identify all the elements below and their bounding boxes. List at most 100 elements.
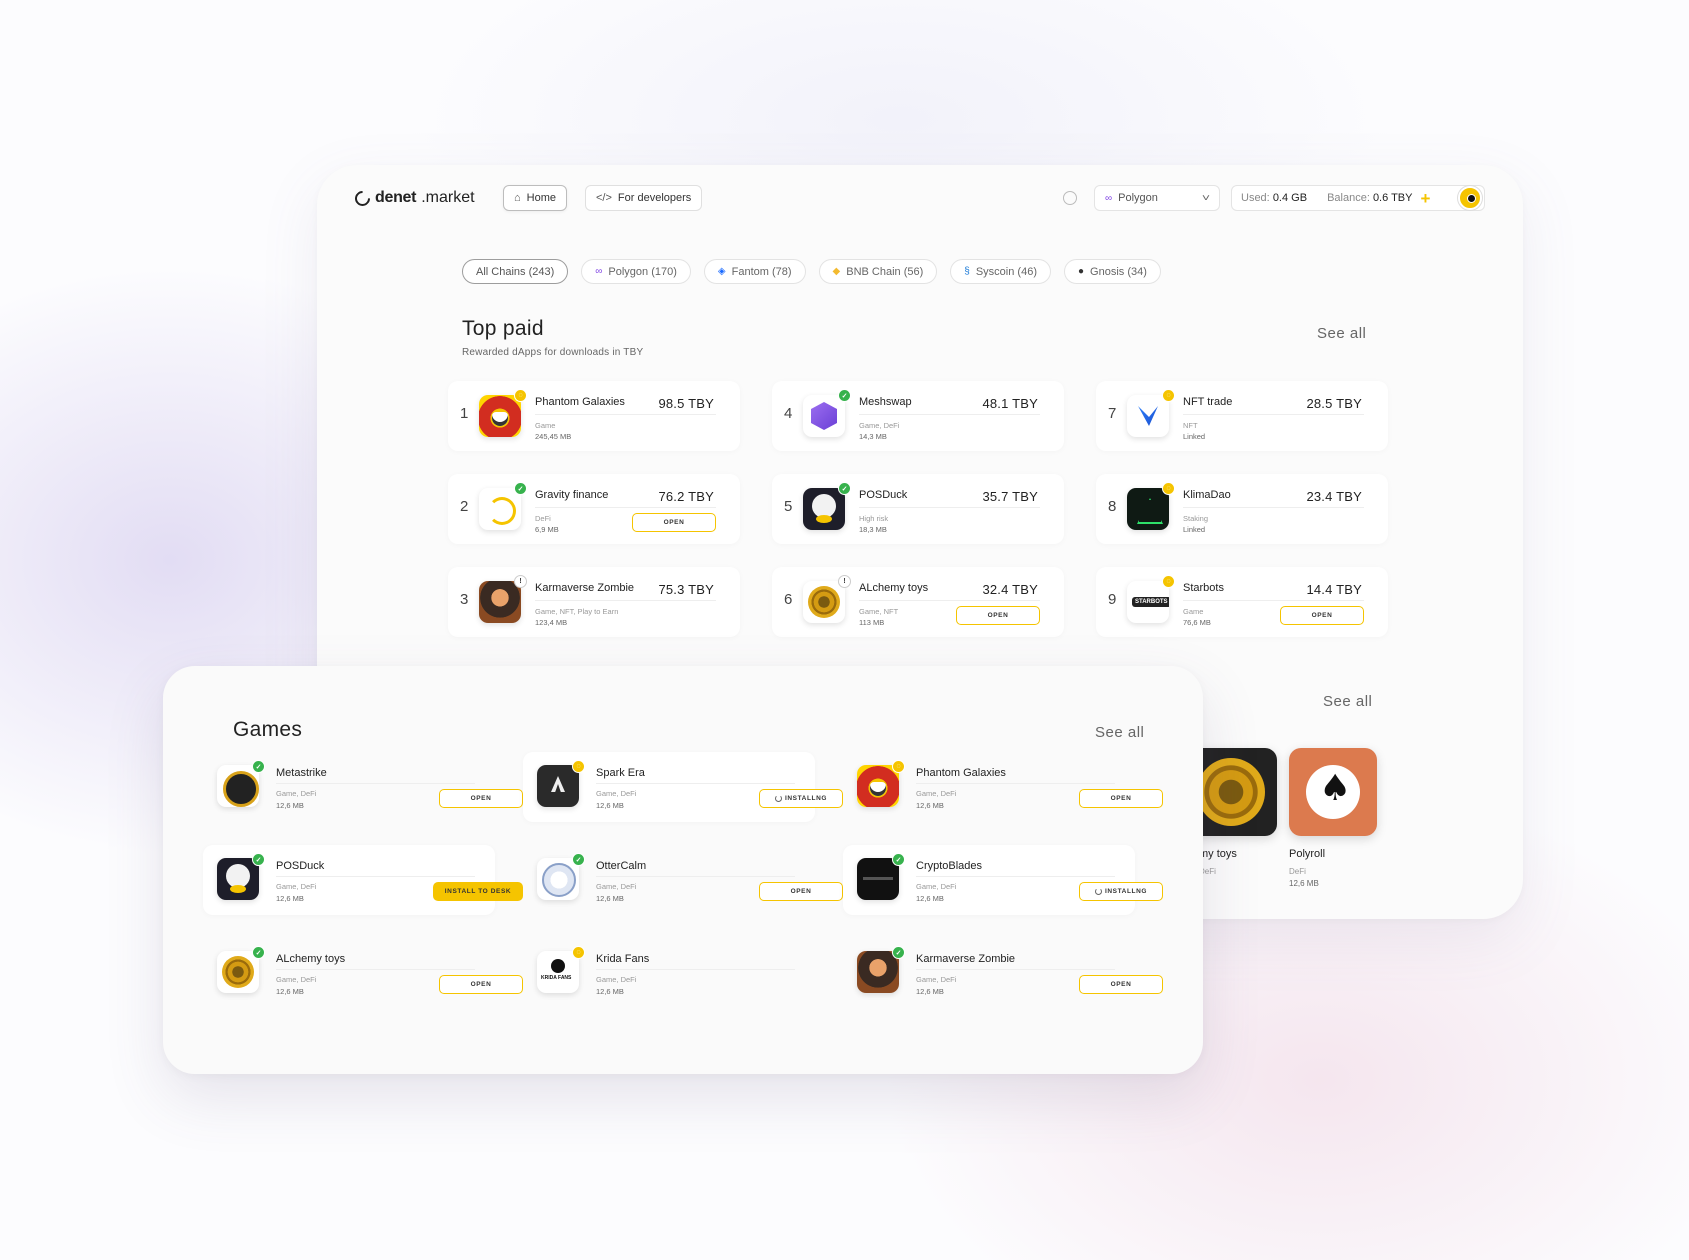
spinner-icon bbox=[774, 795, 782, 802]
app-size: 123,4 MB bbox=[535, 618, 568, 627]
app-size: 12,6 MB bbox=[916, 987, 944, 996]
app-icon bbox=[803, 581, 845, 623]
app-icon bbox=[1127, 488, 1169, 530]
top-paid-card[interactable]: 8 ◌ KlimaDao 23.4 TBY Staking Linked bbox=[1096, 474, 1388, 544]
app-tags: Staking bbox=[1183, 514, 1209, 523]
app-price: 76.2 TBY bbox=[658, 489, 714, 504]
top-paid-card[interactable]: 6! ALchemy toys 32.4 TBY Game, NFT 113 MB OPE… bbox=[772, 567, 1064, 637]
app-size: 12,6 MB bbox=[596, 801, 624, 810]
app-size: 6,9 MB bbox=[535, 525, 559, 534]
section-see-all-link[interactable]: See all bbox=[1323, 693, 1372, 710]
open-button[interactable]: OPEN bbox=[1079, 789, 1163, 808]
code-icon: </> bbox=[596, 192, 612, 204]
open-button[interactable]: OPEN bbox=[1280, 606, 1364, 625]
app-price: 28.5 TBY bbox=[1306, 396, 1362, 411]
chip-syscoin[interactable]: § Syscoin (46) bbox=[950, 259, 1051, 284]
app-icon bbox=[857, 765, 899, 807]
open-button[interactable]: OPEN bbox=[759, 882, 843, 901]
chip-label: Syscoin (46) bbox=[975, 265, 1037, 278]
game-card[interactable]: ✓ ALchemy toys Game, DeFi 12,6 MB OPEN bbox=[203, 938, 523, 1008]
installing-button[interactable]: INSTALLNG bbox=[759, 789, 843, 808]
install-to-desk-button[interactable]: INSTALL TO DESK bbox=[433, 882, 523, 901]
app-price: 75.3 TBY bbox=[658, 582, 714, 597]
top-paid-card[interactable]: 7 ◌ NFT trade 28.5 TBY NFT Linked bbox=[1096, 381, 1388, 451]
top-paid-card[interactable]: 2 ✓ Gravity finance 76.2 TBY DeFi 6,9 MB OPEN bbox=[448, 474, 740, 544]
chip-gnosis[interactable]: ● Gnosis (34) bbox=[1063, 259, 1161, 284]
nav-home-button[interactable]: ⌂ Home bbox=[503, 185, 567, 211]
app-icon bbox=[479, 581, 521, 623]
logo-bold: denet bbox=[375, 189, 417, 206]
top-paid-card[interactable]: 9 ◌ Starbots 14.4 TBY Game 76,6 MB OPEN bbox=[1096, 567, 1388, 637]
rank-number: 9 bbox=[1108, 591, 1117, 608]
rank-number: 3 bbox=[460, 591, 469, 608]
logo-rest: .market bbox=[421, 189, 475, 206]
open-button[interactable]: OPEN bbox=[1079, 975, 1163, 994]
open-button[interactable]: OPEN bbox=[956, 606, 1040, 625]
open-button[interactable]: OPEN bbox=[439, 789, 523, 808]
app-icon bbox=[803, 488, 845, 530]
app-tags: Game, DeFi bbox=[596, 789, 637, 798]
top-paid-title: Top paid bbox=[462, 317, 544, 340]
app-tags: Game, DeFi bbox=[859, 421, 900, 430]
tile-tags: DeFi bbox=[1289, 867, 1306, 876]
app-name: Meshswap bbox=[859, 396, 912, 408]
open-button[interactable]: OPEN bbox=[632, 513, 716, 532]
chip-bnb[interactable]: ◆ BNB Chain (56) bbox=[818, 259, 938, 284]
game-card[interactable]: ✓ Karmaverse Zombie Game, DeFi 12,6 MB OPEN bbox=[843, 938, 1163, 1008]
divider bbox=[535, 414, 716, 415]
game-card[interactable]: ◌ Spark Era Game, DeFi 12,6 MB INSTALLNG bbox=[523, 752, 843, 822]
app-name: POSDuck bbox=[276, 860, 325, 872]
add-balance-button[interactable]: + bbox=[1420, 190, 1430, 207]
chip-fantom[interactable]: ◈ Fantom (78) bbox=[703, 259, 806, 284]
app-size: 12,6 MB bbox=[276, 801, 304, 810]
top-paid-subtitle: Rewarded dApps for downloads in TBY bbox=[462, 347, 644, 358]
top-paid-card[interactable]: 5 ✓ POSDuck 35.7 TBY High risk 18,3 MB bbox=[772, 474, 1064, 544]
chip-all-chains[interactable]: All Chains (243) bbox=[462, 259, 569, 284]
game-card[interactable]: ✓ CryptoBlades Game, DeFi 12,6 MB INSTALLNG bbox=[843, 845, 1163, 915]
rank-number: 8 bbox=[1108, 498, 1117, 515]
app-tags: Game, DeFi bbox=[596, 975, 637, 984]
open-button[interactable]: OPEN bbox=[439, 975, 523, 994]
app-name: Krida Fans bbox=[596, 953, 650, 965]
verified-badge-icon: ✓ bbox=[838, 482, 851, 495]
game-card[interactable]: ◌ Krida Fans Game, DeFi 12,6 MB bbox=[523, 938, 815, 1008]
game-card[interactable]: ✓ POSDuck Game, DeFi 12,6 MB INSTALL TO DESK bbox=[203, 845, 523, 915]
game-card[interactable]: ✓ Metastrike Game, DeFi 12,6 MB OPEN bbox=[203, 752, 523, 822]
verified-badge-icon: ✓ bbox=[252, 760, 265, 773]
app-tags: Game, DeFi bbox=[276, 975, 317, 984]
divider bbox=[276, 783, 475, 784]
installing-button[interactable]: INSTALLNG bbox=[1079, 882, 1163, 901]
bnb-icon: ◆ bbox=[832, 266, 841, 277]
pending-badge-icon: ◌ bbox=[514, 389, 527, 402]
app-size: Linked bbox=[1183, 525, 1206, 534]
app-icon bbox=[857, 951, 899, 993]
top-paid-card[interactable]: 4 ✓ Meshswap 48.1 TBY Game, DeFi 14,3 MB bbox=[772, 381, 1064, 451]
games-see-all-link[interactable]: See all bbox=[1095, 724, 1144, 741]
top-paid-see-all-link[interactable]: See all bbox=[1317, 325, 1366, 342]
app-tags: Game, DeFi bbox=[916, 882, 957, 891]
game-card[interactable]: ◌ Phantom Galaxies Game, DeFi 12,6 MB OPEN bbox=[843, 752, 1163, 822]
divider bbox=[596, 876, 795, 877]
game-card[interactable]: ✓ OtterCalm Game, DeFi 12,6 MB OPEN bbox=[523, 845, 843, 915]
verified-badge-icon: ✓ bbox=[252, 946, 265, 959]
app-size: 12,6 MB bbox=[276, 987, 304, 996]
app-price: 48.1 TBY bbox=[982, 396, 1038, 411]
top-paid-card[interactable]: 1 ◌ Phantom Galaxies 98.5 TBY Game 245,45 MB bbox=[448, 381, 740, 451]
divider bbox=[596, 783, 795, 784]
logo[interactable]: denet .market bbox=[351, 187, 475, 209]
divider bbox=[1183, 414, 1364, 415]
app-price: 23.4 TBY bbox=[1306, 489, 1362, 504]
nav-developers-button[interactable]: </> For developers bbox=[585, 185, 703, 211]
network-select[interactable]: ∞ Polygon ˅ bbox=[1094, 185, 1220, 211]
app-tags: DeFi bbox=[535, 514, 551, 523]
divider bbox=[596, 969, 795, 970]
avatar[interactable] bbox=[1458, 186, 1482, 210]
search-icon[interactable] bbox=[1063, 191, 1077, 205]
polyroll-tile[interactable] bbox=[1289, 748, 1377, 836]
rank-number: 4 bbox=[784, 405, 793, 422]
app-tags: High risk bbox=[859, 514, 889, 523]
chip-polygon[interactable]: ∞ Polygon (170) bbox=[581, 259, 691, 284]
storage-balance-panel: Used: 0.4 GB Balance: 0.6 TBY + bbox=[1231, 185, 1485, 211]
network-label: Polygon bbox=[1118, 192, 1158, 204]
top-paid-card[interactable]: 3! Karmaverse Zombie 75.3 TBY Game, NFT, Pl… bbox=[448, 567, 740, 637]
